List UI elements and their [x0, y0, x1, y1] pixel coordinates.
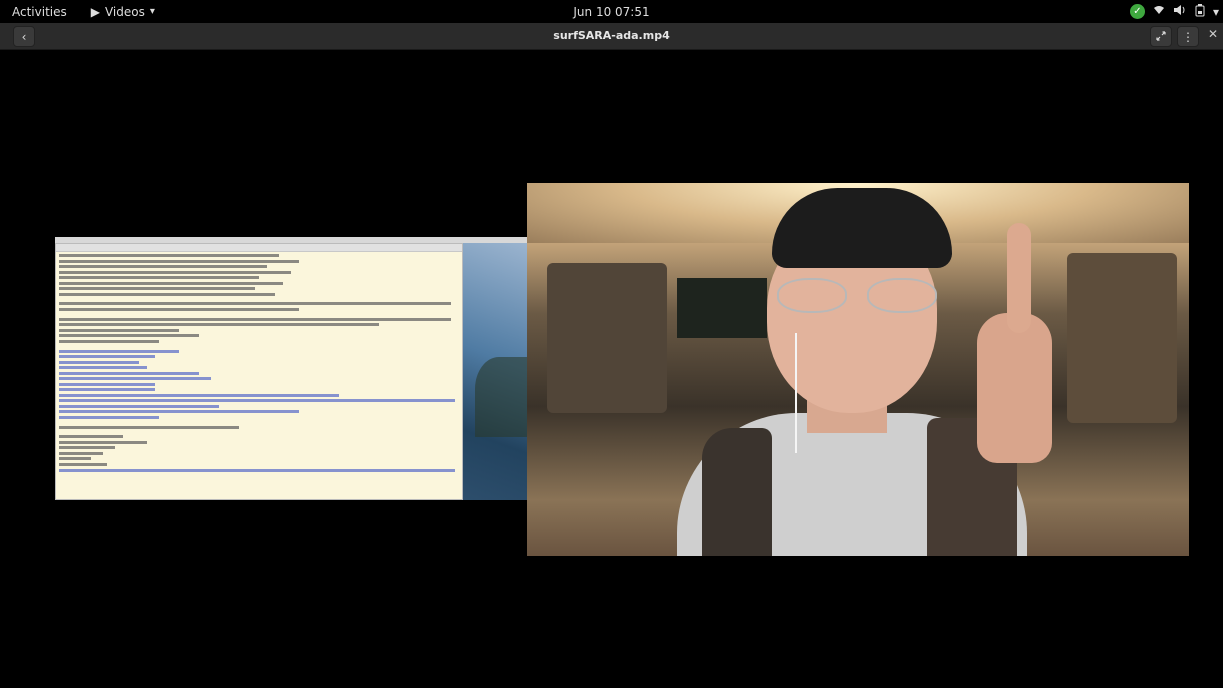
speaker-finger — [1007, 223, 1031, 333]
terminal-text-lines — [56, 252, 462, 476]
clock[interactable]: Jun 10 07:51 — [573, 5, 649, 19]
close-icon: ✕ — [1208, 27, 1219, 41]
app-menu-button[interactable]: ▶ Videos ▾ — [91, 5, 155, 19]
wifi-icon[interactable] — [1153, 4, 1165, 19]
chevron-down-icon: ▾ — [149, 6, 155, 17]
webcam-background-panel — [547, 263, 667, 413]
speaker-hand — [977, 313, 1052, 463]
system-tray[interactable]: ✓ ▾ — [1129, 0, 1219, 23]
shared-screen-video — [55, 237, 527, 500]
earbud-wire — [795, 333, 797, 453]
activities-button[interactable]: Activities — [6, 5, 73, 19]
wallpaper-rock — [475, 357, 527, 437]
webcam-background-panel — [1067, 253, 1177, 423]
webcam-video — [527, 183, 1189, 556]
options-menu-button[interactable]: ⋮ — [1177, 26, 1199, 47]
speaker-scarf — [702, 428, 772, 556]
close-button[interactable]: ✕ — [1208, 27, 1218, 41]
speaker-glasses — [777, 278, 947, 318]
system-menu-chevron-down-icon[interactable]: ▾ — [1213, 5, 1219, 19]
battery-icon[interactable] — [1195, 3, 1205, 20]
fullscreen-button[interactable] — [1150, 26, 1172, 47]
kebab-menu-icon: ⋮ — [1182, 29, 1194, 44]
video-title: surfSARA-ada.mp4 — [553, 29, 670, 42]
app-menu-label: Videos — [104, 4, 145, 19]
terminal-window-image — [55, 243, 463, 500]
gnome-top-bar: Activities ▶ Videos ▾ Jun 10 07:51 ✓ ▾ — [0, 0, 1223, 23]
speaker-cap — [772, 188, 952, 268]
webcam-background-screens — [677, 278, 767, 338]
volume-icon[interactable] — [1173, 4, 1187, 19]
check-icon[interactable]: ✓ — [1129, 4, 1145, 19]
player-header-bar: ‹ surfSARA-ada.mp4 ⋮ ✕ — [0, 23, 1223, 50]
terminal-titlebar — [56, 244, 462, 252]
play-icon: ▶ — [90, 4, 100, 19]
clock-container: Jun 10 07:51 — [0, 5, 1223, 19]
fullscreen-icon — [1156, 30, 1166, 44]
